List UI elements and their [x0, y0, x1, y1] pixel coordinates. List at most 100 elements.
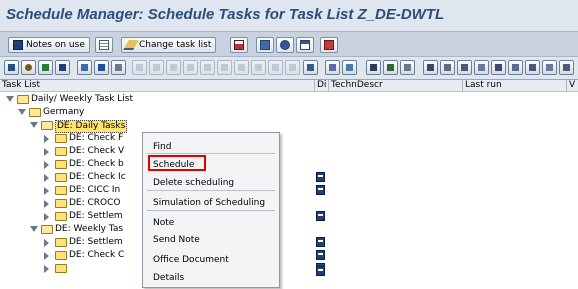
menu-item-delete-scheduling[interactable]: Delete scheduling — [153, 178, 234, 188]
folder-icon — [55, 251, 67, 260]
tree-button-17[interactable] — [285, 60, 300, 75]
collapse-icon — [25, 64, 32, 71]
folder-icon — [55, 160, 67, 169]
menu-item-find[interactable]: Find — [153, 142, 171, 152]
tree-button-22[interactable] — [383, 60, 398, 75]
tree-row[interactable]: DE: Weekly Tas — [0, 223, 578, 236]
menu-item-details[interactable]: Details — [153, 273, 184, 283]
print-button[interactable] — [230, 37, 248, 53]
expand-icon[interactable] — [44, 148, 49, 156]
tree-button-31[interactable] — [542, 60, 557, 75]
expand-icon[interactable] — [44, 174, 49, 182]
tree-button-15[interactable] — [251, 60, 266, 75]
expand-all-icon — [8, 64, 15, 71]
tree-button-19[interactable] — [325, 60, 340, 75]
tree-row[interactable]: DE: Check F — [0, 132, 578, 145]
schedule-callout-box — [148, 155, 206, 171]
tree-button-27[interactable] — [474, 60, 489, 75]
tree-button-29[interactable] — [508, 60, 523, 75]
collapse-icon[interactable] — [18, 109, 26, 115]
add-icon — [42, 64, 49, 71]
refresh-button[interactable] — [276, 37, 294, 53]
header-last-run[interactable]: Last run — [463, 80, 567, 91]
tree-button-7[interactable] — [111, 60, 126, 75]
expand-icon[interactable] — [44, 187, 49, 195]
tree-button-18[interactable] — [303, 60, 318, 75]
menu-item-note[interactable]: Note — [153, 218, 174, 228]
expand-icon[interactable] — [44, 239, 49, 247]
window-title: Schedule Manager: Schedule Tasks for Tas… — [6, 6, 445, 23]
menu-item-simulation[interactable]: Simulation of Scheduling — [153, 198, 265, 208]
header-task-list[interactable]: Task List — [0, 80, 315, 91]
tree-button-32[interactable] — [559, 60, 574, 75]
expand-icon[interactable] — [44, 161, 49, 169]
tree-row[interactable]: DE: CICC In — [0, 184, 578, 197]
tree-button-24[interactable] — [423, 60, 438, 75]
tree-row-selected[interactable]: DE: Daily Tasks — [0, 119, 578, 133]
tree-button-10[interactable] — [166, 60, 181, 75]
row-label: DE: Check C — [69, 250, 125, 260]
tree-button-2[interactable] — [21, 60, 36, 75]
change-task-list-button[interactable]: Change task list — [121, 37, 217, 53]
layout-button[interactable] — [256, 37, 274, 53]
table-button[interactable] — [296, 37, 314, 53]
tree-button-5[interactable] — [77, 60, 92, 75]
tree-button-8[interactable] — [132, 60, 147, 75]
tree-row[interactable]: Germany — [0, 106, 578, 119]
tree-row[interactable]: DE: CROCO — [0, 197, 578, 210]
tree-row[interactable]: DE: Check b — [0, 158, 578, 171]
subtotal-icon — [404, 64, 411, 71]
expand-icon[interactable] — [44, 265, 49, 273]
tree-button-16[interactable] — [268, 60, 283, 75]
tree-button-11[interactable] — [183, 60, 198, 75]
change-task-list-label: Change task list — [139, 40, 212, 50]
tree-row[interactable]: DE: Settlem — [0, 236, 578, 249]
move-up-icon — [255, 64, 262, 71]
menu-item-send-note[interactable]: Send Note — [153, 235, 200, 245]
tree-button-14[interactable] — [234, 60, 249, 75]
tree-row[interactable]: DE: Settlem — [0, 210, 578, 223]
pencil-icon — [123, 40, 139, 50]
save-icon — [59, 64, 66, 71]
insert-icon — [187, 64, 194, 71]
tree-row[interactable]: DE: Check Ic — [0, 171, 578, 184]
view-icon — [495, 64, 502, 71]
tree-button-20[interactable] — [342, 60, 357, 75]
tree-button-12[interactable] — [200, 60, 215, 75]
menu-item-office-document[interactable]: Office Document — [153, 255, 229, 265]
tree-button-4[interactable] — [55, 60, 70, 75]
folder-open-icon — [29, 108, 41, 117]
header-techndescr[interactable]: TechnDescr — [329, 80, 463, 91]
collapse-icon[interactable] — [30, 122, 38, 128]
tree-button-13[interactable] — [217, 60, 232, 75]
collapse-icon[interactable] — [6, 96, 14, 102]
expand-icon[interactable] — [44, 135, 49, 143]
tree-row[interactable]: Daily/ Weekly Task List — [0, 93, 578, 106]
display-toggle-button[interactable] — [95, 37, 113, 53]
tree-row[interactable]: DE: Check V — [0, 145, 578, 158]
tree-row[interactable]: DE: Check C — [0, 249, 578, 262]
tree-button-1[interactable] — [4, 60, 19, 75]
delete-button[interactable] — [320, 37, 338, 53]
expand-icon[interactable] — [44, 252, 49, 260]
tree-button-21[interactable] — [366, 60, 381, 75]
document-icon — [307, 64, 314, 71]
folder-icon — [55, 186, 67, 195]
tree-button-6[interactable] — [94, 60, 109, 75]
tree-button-25[interactable] — [440, 60, 455, 75]
tree-button-9[interactable] — [149, 60, 164, 75]
tree-button-23[interactable] — [400, 60, 415, 75]
header-v[interactable]: V — [567, 80, 578, 91]
expand-icon[interactable] — [44, 200, 49, 208]
notes-on-use-button[interactable]: Notes on use — [8, 37, 90, 53]
header-di[interactable]: Di — [315, 80, 329, 91]
row-label: DE: Check Ic — [69, 172, 126, 182]
collapse-icon[interactable] — [30, 226, 38, 232]
row-label: DE: CICC In — [69, 185, 121, 195]
tree-button-26[interactable] — [457, 60, 472, 75]
tree-button-28[interactable] — [491, 60, 506, 75]
expand-icon[interactable] — [44, 213, 49, 221]
tree-button-3[interactable] — [38, 60, 53, 75]
tree-row[interactable] — [0, 262, 578, 275]
tree-button-30[interactable] — [525, 60, 540, 75]
